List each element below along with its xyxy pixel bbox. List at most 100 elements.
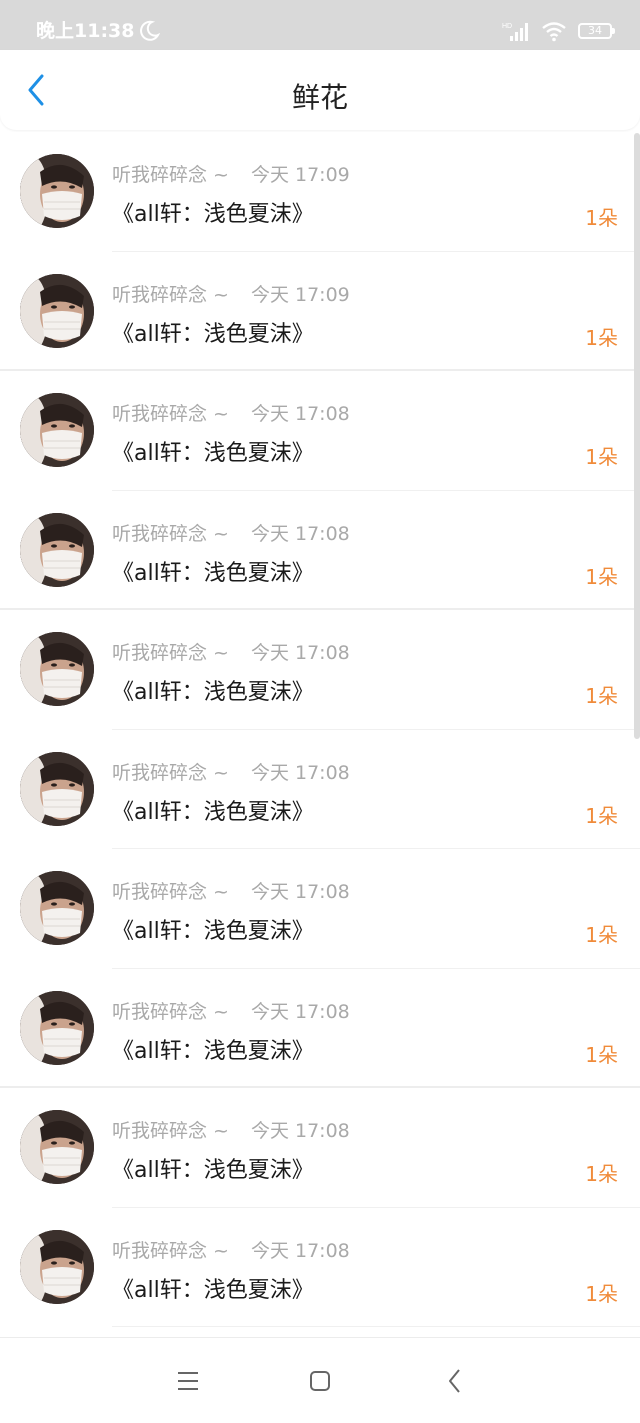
header: 鲜花 xyxy=(0,50,640,130)
sender-name[interactable]: 听我碎碎念 ~ xyxy=(112,284,229,306)
work-title[interactable]: 《all轩：浅色夏沫》 xyxy=(112,1152,314,1184)
flower-count: 1朵 xyxy=(585,1042,618,1067)
work-title[interactable]: 《all轩：浅色夏沫》 xyxy=(112,1272,314,1304)
sender-name[interactable]: 听我碎碎念 ~ xyxy=(112,164,229,186)
item-time: 今天 17:08 xyxy=(250,522,350,545)
divider xyxy=(112,1326,640,1327)
work-title[interactable]: 《all轩：浅色夏沫》 xyxy=(112,555,314,587)
sender-name[interactable]: 听我碎碎念 ~ xyxy=(112,642,229,664)
avatar-image xyxy=(20,1110,94,1184)
signal-icon: HD xyxy=(502,23,528,41)
work-title[interactable]: 《all轩：浅色夏沫》 xyxy=(112,435,314,467)
sender-name[interactable]: 听我碎碎念 ~ xyxy=(112,762,229,784)
sender-name[interactable]: 听我碎碎念 ~ xyxy=(112,523,229,545)
avatar[interactable] xyxy=(20,751,94,826)
avatar[interactable] xyxy=(20,154,94,228)
list-item[interactable]: 听我碎碎念 ~ 今天 17:08 《all轩：浅色夏沫》 1朵 xyxy=(0,849,640,969)
work-title[interactable]: 《all轩：浅色夏沫》 xyxy=(112,196,314,228)
flower-count: 1朵 xyxy=(585,803,618,828)
work-title[interactable]: 《all轩：浅色夏沫》 xyxy=(112,316,314,348)
status-bar: 晚上11:38 HD 34 xyxy=(0,0,640,50)
avatar[interactable] xyxy=(20,512,94,587)
battery-icon: 34 xyxy=(578,23,615,39)
item-meta: 听我碎碎念 ~ 今天 17:08 xyxy=(112,519,350,546)
list-item[interactable]: 听我碎碎念 ~ 今天 17:08 《all轩：浅色夏沫》 1朵 xyxy=(0,1207,640,1327)
list-item[interactable]: 听我碎碎念 ~ 今天 17:08 《all轩：浅色夏沫》 1朵 xyxy=(0,968,640,1088)
avatar-image xyxy=(20,871,94,945)
wifi-icon xyxy=(542,22,566,42)
flower-count: 1朵 xyxy=(585,206,618,230)
item-meta: 听我碎碎念 ~ 今天 17:08 xyxy=(112,758,350,785)
item-meta: 听我碎碎念 ~ 今天 17:08 xyxy=(112,877,350,904)
flower-count: 1朵 xyxy=(585,445,618,469)
avatar[interactable] xyxy=(20,1110,94,1184)
item-meta: 听我碎碎念 ~ 今天 17:09 xyxy=(112,280,350,307)
flower-count: 1朵 xyxy=(585,684,618,708)
sender-name[interactable]: 听我碎碎念 ~ xyxy=(112,1120,229,1142)
list-item[interactable]: 听我碎碎念 ~ 今天 17:08 《all轩：浅色夏沫》 1朵 xyxy=(0,371,640,491)
avatar-image xyxy=(20,393,94,467)
list-item[interactable]: 听我碎碎念 ~ 今天 17:08 《all轩：浅色夏沫》 1朵 xyxy=(0,610,640,730)
work-title[interactable]: 《all轩：浅色夏沫》 xyxy=(112,913,314,945)
sender-name[interactable]: 听我碎碎念 ~ xyxy=(112,403,229,425)
scrollbar[interactable] xyxy=(634,133,640,739)
item-time: 今天 17:08 xyxy=(250,642,350,664)
list-item[interactable]: 听我碎碎念 ~ 今天 17:09 《all轩：浅色夏沫》 1朵 xyxy=(0,132,640,252)
avatar[interactable] xyxy=(20,632,94,706)
avatar[interactable] xyxy=(20,990,94,1065)
home-button[interactable] xyxy=(305,1366,335,1396)
item-time: 今天 17:08 xyxy=(250,1000,350,1023)
avatar-image xyxy=(20,273,94,348)
flower-count: 1朵 xyxy=(585,923,618,947)
work-title[interactable]: 《all轩：浅色夏沫》 xyxy=(112,1033,314,1065)
system-nav-bar xyxy=(0,1337,640,1423)
item-time: 今天 17:08 xyxy=(250,1120,350,1142)
item-meta: 听我碎碎念 ~ 今天 17:08 xyxy=(112,997,350,1024)
avatar[interactable] xyxy=(20,393,94,467)
flower-count: 1朵 xyxy=(585,325,618,350)
item-time: 今天 17:09 xyxy=(250,283,350,306)
item-time: 今天 17:08 xyxy=(250,1239,350,1262)
sender-name[interactable]: 听我碎碎念 ~ xyxy=(112,1001,229,1023)
status-time: 晚上11:38 xyxy=(36,20,135,42)
item-meta: 听我碎碎念 ~ 今天 17:08 xyxy=(112,638,350,665)
list-item[interactable]: 听我碎碎念 ~ 今天 17:08 《all轩：浅色夏沫》 1朵 xyxy=(0,729,640,849)
work-title[interactable]: 《all轩：浅色夏沫》 xyxy=(112,794,314,826)
avatar[interactable] xyxy=(20,871,94,945)
menu-icon xyxy=(178,1372,198,1390)
avatar-image xyxy=(20,512,94,587)
battery-level: 34 xyxy=(588,24,602,37)
menu-button[interactable] xyxy=(173,1366,203,1396)
list-item[interactable]: 听我碎碎念 ~ 今天 17:08 《all轩：浅色夏沫》 1朵 xyxy=(0,490,640,610)
flower-count: 1朵 xyxy=(585,1162,618,1186)
back-chevron-icon xyxy=(449,1369,460,1393)
item-time: 今天 17:09 xyxy=(250,164,350,186)
item-meta: 听我碎碎念 ~ 今天 17:08 xyxy=(112,1116,350,1143)
avatar[interactable] xyxy=(20,273,94,348)
list-item[interactable]: 听我碎碎念 ~ 今天 17:09 《all轩：浅色夏沫》 1朵 xyxy=(0,251,640,371)
flower-count: 1朵 xyxy=(585,564,618,589)
sender-name[interactable]: 听我碎碎念 ~ xyxy=(112,1240,229,1262)
work-title[interactable]: 《all轩：浅色夏沫》 xyxy=(112,674,314,706)
page-title: 鲜花 xyxy=(291,81,348,114)
flower-count: 1朵 xyxy=(585,1281,618,1306)
item-meta: 听我碎碎念 ~ 今天 17:09 xyxy=(112,160,350,187)
network-label: HD xyxy=(502,23,512,30)
status-icons: HD 34 xyxy=(502,18,615,44)
item-meta: 听我碎碎念 ~ 今天 17:08 xyxy=(112,1236,350,1263)
nav-back-button[interactable] xyxy=(440,1366,470,1396)
list-item[interactable]: 听我碎碎念 ~ 今天 17:08 《all轩：浅色夏沫》 1朵 xyxy=(0,1088,640,1208)
moon-icon xyxy=(140,20,160,41)
avatar-image xyxy=(20,1229,94,1304)
home-square-icon xyxy=(310,1371,330,1391)
item-time: 今天 17:08 xyxy=(250,403,350,425)
avatar-image xyxy=(20,632,94,706)
sender-name[interactable]: 听我碎碎念 ~ xyxy=(112,881,229,903)
avatar-image xyxy=(20,751,94,826)
item-time: 今天 17:08 xyxy=(250,761,350,784)
avatar[interactable] xyxy=(20,1229,94,1304)
item-time: 今天 17:08 xyxy=(250,881,350,903)
avatar-image xyxy=(20,154,94,228)
flower-list: 听我碎碎念 ~ 今天 17:09 《all轩：浅色夏沫》 1朵 听我碎碎念 ~ 今天 17… xyxy=(0,132,640,1327)
avatar-image xyxy=(20,990,94,1065)
